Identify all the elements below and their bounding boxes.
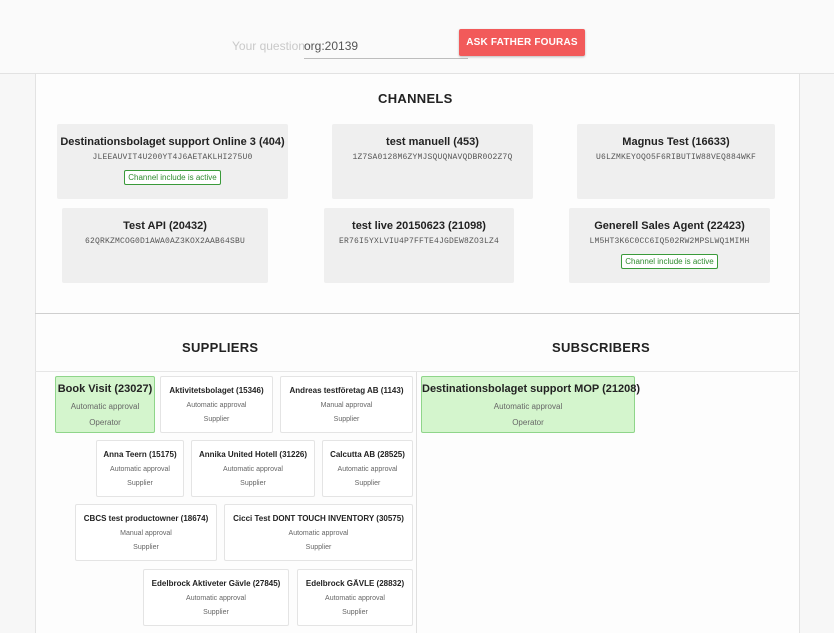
supplier-role: Supplier <box>333 416 360 423</box>
supplier-role: Supplier <box>354 480 381 487</box>
channel-card[interactable]: Generell Sales Agent (22423) LM5HT3K6C0C… <box>569 208 770 283</box>
channel-key: LM5HT3K6C0CC6IQ502RW2MPSLWQ1MIMH <box>589 237 750 246</box>
approval-type: Automatic approval <box>493 402 563 411</box>
supplier-role: Operator <box>89 418 121 427</box>
supplier-card[interactable]: Andreas testföretag AB (1143) Manual app… <box>280 376 413 433</box>
supplier-card[interactable]: Book Visit (23027) Automatic approval Op… <box>55 376 155 433</box>
supplier-role: Supplier <box>127 480 153 487</box>
approval-type: Automatic approval <box>325 595 385 602</box>
supplier-card[interactable]: Anna Teern (15175) Automatic approval Su… <box>96 440 184 497</box>
channel-name: test manuell (453) <box>386 136 479 148</box>
supplier-role: Supplier <box>342 609 368 616</box>
supplier-role: Supplier <box>203 416 230 423</box>
channels-heading: CHANNELS <box>378 91 453 106</box>
supplier-card[interactable]: Calcutta AB (28525) Automatic approval S… <box>322 440 413 497</box>
approval-type: Automatic approval <box>337 466 398 473</box>
approval-type: Manual approval <box>320 402 373 409</box>
channel-key: 62QRKZMCOG0D1AWA0AZ3KOX2AAB64SBU <box>84 237 246 246</box>
channel-key: ER76I5YXLVIU4P7FFTE4JGDEW8ZO3LZ4 <box>338 237 500 246</box>
supplier-card[interactable]: Aktivitetsbolaget (15346) Automatic appr… <box>160 376 273 433</box>
supplier-role: Supplier <box>203 609 229 616</box>
channel-name: Generell Sales Agent (22423) <box>594 220 745 232</box>
supplier-name: CBCS test productowner (18674) <box>83 514 209 523</box>
ask-father-fouras-button[interactable]: ASK FATHER FOURAS <box>459 29 585 56</box>
channel-name: test live 20150623 (21098) <box>352 220 486 232</box>
supplier-name: Andreas testföretag AB (1143) <box>289 386 404 395</box>
channel-card[interactable]: test manuell (453) 1Z7SA0128M6ZYMJSQUQNA… <box>332 124 533 199</box>
approval-type: Automatic approval <box>186 402 247 409</box>
approval-type: Automatic approval <box>110 466 170 473</box>
supplier-role: Supplier <box>305 544 332 551</box>
supplier-name: Calcutta AB (28525) <box>330 450 405 459</box>
subscribers-heading: SUBSCRIBERS <box>552 340 650 355</box>
channel-include-badge: Channel include is active <box>124 170 221 185</box>
section-divider <box>35 313 799 314</box>
channel-key: U6LZMKEYOQO5F6RIBUTIW88VEQ884WKF <box>595 153 757 162</box>
supplier-card[interactable]: Edelbrock Aktiveter Gävle (27845) Automa… <box>143 569 289 626</box>
channel-name: Destinationsbolaget support Online 3 (40… <box>60 136 285 148</box>
approval-type: Automatic approval <box>186 595 246 602</box>
supplier-card[interactable]: CBCS test productowner (18674) Manual ap… <box>75 504 217 561</box>
columns-divider <box>416 372 417 633</box>
subscriber-card[interactable]: Destinationsbolaget support MOP (21208) … <box>421 376 641 433</box>
supplier-card[interactable]: Edelbrock GÄVLE (28832) Automatic approv… <box>297 569 413 626</box>
supplier-name: Edelbrock Aktiveter Gävle (27845) <box>151 579 281 588</box>
supplier-card[interactable]: Annika United Hotell (31226) Automatic a… <box>191 440 315 497</box>
subscriber-role: Operator <box>512 418 544 427</box>
channel-card[interactable]: Test API (20432) 62QRKZMCOG0D1AWA0AZ3KOX… <box>62 208 268 283</box>
suppliers-heading: SUPPLIERS <box>182 340 259 355</box>
channel-name: Test API (20432) <box>123 220 207 232</box>
top-bar: Your question: ASK FATHER FOURAS <box>0 0 834 74</box>
supplier-name: Cicci Test DONT TOUCH INVENTORY (30575) <box>233 514 404 523</box>
supplier-card[interactable]: Cicci Test DONT TOUCH INVENTORY (30575) … <box>224 504 413 561</box>
question-input[interactable] <box>304 34 468 59</box>
approval-type: Manual approval <box>120 530 172 537</box>
channel-card[interactable]: Destinationsbolaget support Online 3 (40… <box>57 124 288 199</box>
approval-type: Automatic approval <box>223 466 283 473</box>
supplier-role: Supplier <box>133 544 159 551</box>
channel-card[interactable]: test live 20150623 (21098) ER76I5YXLVIU4… <box>324 208 514 283</box>
supplier-name: Edelbrock GÄVLE (28832) <box>305 579 405 588</box>
approval-type: Automatic approval <box>70 402 140 411</box>
channel-card[interactable]: Magnus Test (16633) U6LZMKEYOQO5F6RIBUTI… <box>577 124 775 199</box>
supplier-role: Supplier <box>240 480 266 487</box>
supplier-name: Annika United Hotell (31226) <box>198 450 308 459</box>
approval-type: Automatic approval <box>288 530 349 537</box>
channel-key: 1Z7SA0128M6ZYMJSQUQNAVQDBR0O2Z7Q <box>352 153 513 162</box>
supplier-name: Aktivitetsbolaget (15346) <box>169 386 264 395</box>
supplier-name: Anna Teern (15175) <box>103 450 177 459</box>
channel-include-badge: Channel include is active <box>621 254 718 269</box>
supplier-name: Book Visit (23027) <box>57 383 153 395</box>
channel-key: JLEEAUVIT4U200YT4J6AETAKLHI275U0 <box>92 153 253 162</box>
subscriber-name: Destinationsbolaget support MOP (21208) <box>422 383 641 395</box>
channel-name: Magnus Test (16633) <box>622 136 730 148</box>
question-label: Your question: <box>232 39 309 53</box>
